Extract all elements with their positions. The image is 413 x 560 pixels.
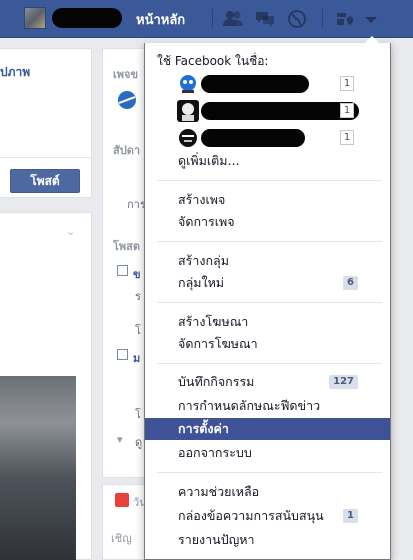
divider [0, 157, 92, 158]
menu-item-manage-ads[interactable]: จัดการโฆษณา [145, 333, 390, 355]
menu-caret [365, 36, 379, 43]
menu-item-create-page[interactable]: สร้างเพจ [145, 189, 390, 211]
sidebar-link[interactable]: ข [133, 265, 141, 283]
divider [157, 472, 382, 473]
menu-item-report-problem[interactable]: รายงานปัญหา [145, 529, 390, 551]
birthdays-card: วัน เชิญ [102, 484, 148, 560]
account-row[interactable]: 1 [177, 100, 377, 122]
see-more-caret[interactable]: ▾ [117, 433, 123, 446]
divider [157, 363, 382, 364]
menu-item-label: กล่องข้อความการสนับสนุน [178, 508, 324, 523]
feed-photo[interactable] [0, 376, 76, 560]
account-notification-count: 1 [340, 76, 354, 91]
menu-item-settings[interactable]: การตั้งค่า [145, 418, 390, 440]
sidebar-heading: สัปดา [113, 144, 141, 157]
account-dropdown-menu: ใช้ Facebook ในชื่อ: 1 1 1 ดูเพิ่มเติม..… [144, 36, 391, 560]
divider [157, 180, 382, 181]
divider [322, 9, 323, 29]
sidebar-text: โ [135, 408, 141, 421]
menu-item-create-group[interactable]: สร้างกลุ่ม [145, 250, 390, 272]
redacted-account-name [201, 75, 309, 93]
account-notification-count: 1 [340, 103, 354, 118]
invite-label: เชิญ [111, 532, 132, 545]
sidebar-link[interactable]: ม [133, 349, 140, 367]
redacted-account-name [201, 102, 359, 120]
right-sidebar-card: เพจข สัปดา การ โพสต ข ร โ ม โ ▾ ดู [102, 48, 148, 478]
gift-icon [115, 493, 129, 507]
menu-item-news-feed-preferences[interactable]: การกำหนดลักษณะฟีดข่าว [145, 395, 390, 417]
menu-item-activity-log[interactable]: บันทึกกิจกรรม 127 [145, 371, 390, 393]
see-more-accounts[interactable]: ดูเพิ่มเติม... [145, 150, 390, 172]
account-menu-arrow-icon[interactable] [360, 9, 382, 29]
post-button[interactable]: โพสต์ [10, 169, 80, 193]
new-groups-badge: 6 [343, 276, 358, 290]
sidebar-text: โ [135, 324, 141, 337]
edit-icon[interactable] [117, 265, 128, 276]
menu-item-label: กลุ่มใหม่ [178, 275, 225, 290]
activity-log-badge: 127 [329, 375, 358, 389]
menu-item-label: บันทึกกิจกรรม [178, 374, 255, 389]
sidebar-text[interactable]: ดู [135, 433, 142, 451]
friend-requests-icon[interactable] [222, 9, 244, 29]
top-bar: หน้าหลัก [0, 0, 413, 38]
sidebar-heading: โพสต [113, 240, 141, 253]
menu-item-create-ads[interactable]: สร้างโฆษณา [145, 311, 390, 333]
use-facebook-as-header: ใช้ Facebook ในชื่อ: [157, 54, 269, 68]
account-row[interactable]: 1 [177, 73, 377, 95]
account-row[interactable]: 1 [177, 127, 377, 149]
left-composer-card: ปภาพ โพสต์ [0, 48, 92, 198]
blue-mascot-avatar [177, 73, 199, 95]
messages-icon[interactable] [254, 9, 276, 29]
sidebar-text: ร [135, 290, 141, 303]
sidebar-heading: เพจข [113, 68, 138, 81]
menu-item-help[interactable]: ความช่วยเหลือ [145, 481, 390, 503]
menu-item-support-inbox[interactable]: กล่องข้อความการสนับสนุน 1 [145, 505, 390, 527]
white-mascot-avatar [177, 100, 199, 122]
divider [157, 241, 382, 242]
edit-icon[interactable] [117, 349, 128, 360]
redacted-profile-name[interactable] [52, 8, 122, 28]
chevron-down-icon[interactable]: ⌄ [66, 225, 75, 238]
privacy-shortcuts-icon[interactable] [334, 9, 356, 29]
menu-item-new-groups[interactable]: กลุ่มใหม่ 6 [145, 272, 390, 294]
support-inbox-badge: 1 [343, 509, 358, 523]
divider [157, 302, 382, 303]
notifications-globe-icon[interactable] [286, 9, 308, 29]
menu-item-manage-pages[interactable]: จัดการเพจ [145, 211, 390, 233]
sidebar-text: การ [127, 198, 146, 211]
black-mascot-avatar [177, 127, 199, 149]
profile-avatar[interactable] [24, 7, 46, 29]
redacted-account-name [201, 129, 305, 147]
menu-item-log-out[interactable]: ออกจากระบบ [145, 442, 390, 464]
divider [212, 9, 213, 29]
home-link[interactable]: หน้าหลัก [136, 9, 185, 30]
photo-tab-label[interactable]: ปภาพ [0, 63, 30, 82]
page-thumbnail-icon[interactable] [115, 89, 139, 111]
account-notification-count: 1 [340, 130, 354, 145]
